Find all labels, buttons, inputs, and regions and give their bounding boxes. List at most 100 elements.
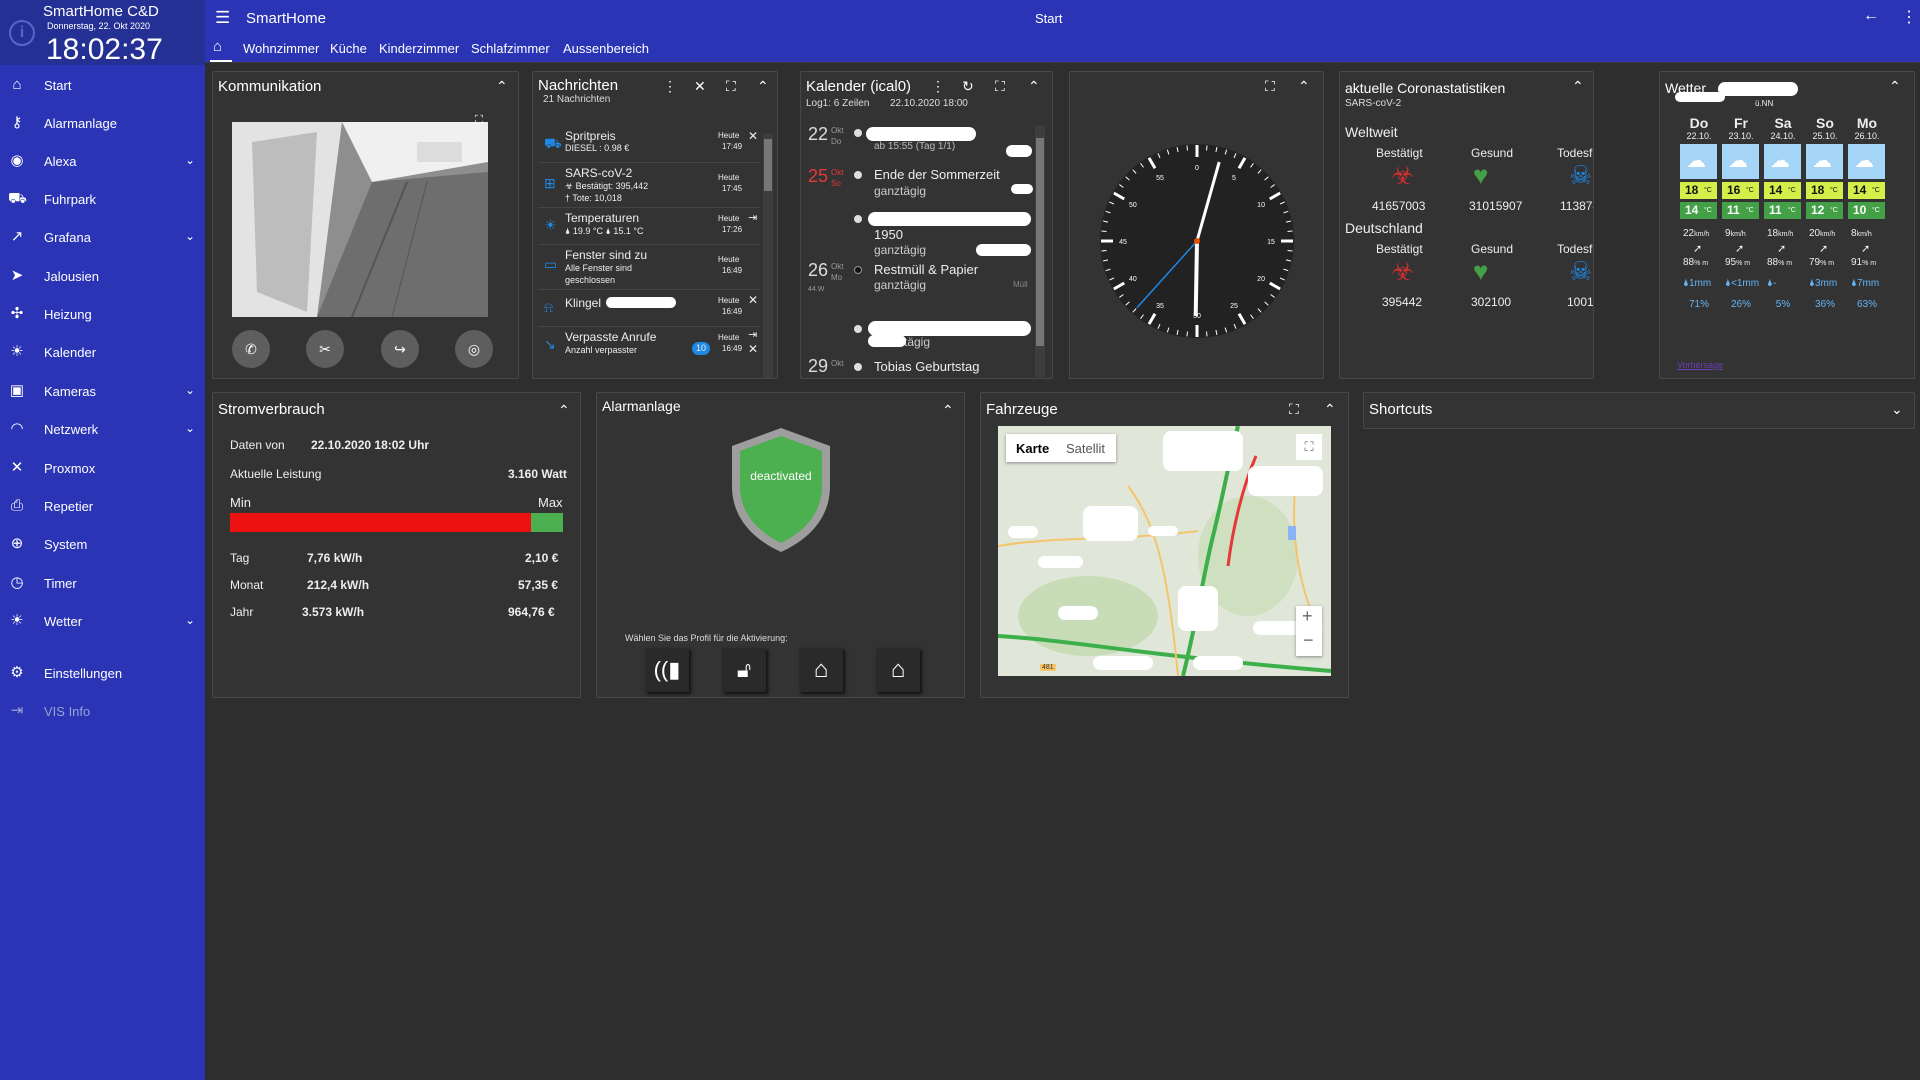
refresh-icon[interactable]: ↻ <box>962 78 974 95</box>
sidebar-item-jalousien[interactable]: ➤ Jalousien <box>0 261 205 291</box>
close-icon[interactable]: ✕ <box>748 293 758 307</box>
more-vert-icon[interactable]: ⋮ <box>931 78 945 95</box>
tab-wohnzimmer[interactable]: Wohnzimmer <box>243 41 319 56</box>
fullscreen-icon[interactable]: ⛶ <box>1265 78 1275 95</box>
collapse-icon[interactable]: ⌃ <box>1572 78 1584 95</box>
active-tab-indicator <box>210 60 232 62</box>
more-vert-icon[interactable]: ⋮ <box>1901 7 1917 27</box>
calendar-entry[interactable]: tägig <box>806 318 1031 354</box>
home-tab-icon[interactable]: ⌂ <box>213 38 222 55</box>
sidebar-item-kalender[interactable]: ☀ Kalender <box>0 337 205 367</box>
sidebar-item-start[interactable]: ⌂ Start <box>0 70 205 100</box>
clock-tick <box>1206 331 1208 337</box>
sidebar-item-wetter[interactable]: ☀ Wetter ⌄ <box>0 606 205 636</box>
sidebar-item-kameras[interactable]: ▣ Kameras ⌄ <box>0 376 205 406</box>
collapse-icon[interactable]: ⌃ <box>1324 401 1336 418</box>
sidebar-item-repetier[interactable]: ⎙ Repetier <box>0 491 205 521</box>
iobroker-logo-icon: i <box>9 20 35 46</box>
close-icon[interactable]: ✕ <box>748 342 758 356</box>
sidebar-item-netzwerk[interactable]: ◠ Netzwerk ⌄ <box>0 414 205 444</box>
close-icon[interactable]: ✕ <box>748 129 758 143</box>
tab-kueche[interactable]: Küche <box>330 41 367 56</box>
calendar-entry[interactable]: 26 Okt Mo 44.W Restmüll & Papier ganztäg… <box>806 260 1031 312</box>
collapse-icon[interactable]: ⌃ <box>558 402 570 419</box>
back-arrow-icon[interactable]: ← <box>1863 7 1879 25</box>
menu-icon[interactable]: ☰ <box>215 8 230 28</box>
sidebar-item-fuhrpark[interactable]: ⛟ Fuhrpark <box>0 184 205 214</box>
card-title: Fahrzeuge <box>986 401 1058 418</box>
calendar-entry[interactable]: 22 Okt Do ab 15:55 (Tag 1/1) <box>806 122 1032 162</box>
collapse-icon[interactable]: ⌃ <box>757 78 769 95</box>
profile-unlock-button[interactable]: 🔓︎ <box>722 648 766 692</box>
tab-schlafzimmer[interactable]: Schlafzimmer <box>471 41 550 56</box>
list-item[interactable]: ⍾ Klingel Heute 16:49 ✕ <box>538 291 760 327</box>
fullscreen-icon[interactable]: ⛶ <box>995 78 1005 95</box>
expand-icon[interactable]: ⌄ <box>1891 401 1903 418</box>
more-vert-icon[interactable]: ⋮ <box>663 78 677 95</box>
hangup-button[interactable]: ✂ <box>306 330 344 368</box>
sidebar-item-grafana[interactable]: ↗ Grafana ⌄ <box>0 222 205 252</box>
max-temp: 18 °C <box>1680 182 1717 199</box>
collapse-icon[interactable]: ⌃ <box>1028 78 1040 95</box>
clock-tick <box>1101 230 1107 232</box>
max-temp: 18 °C <box>1806 182 1843 199</box>
profile-home-away-button[interactable]: ⌂ <box>876 648 920 692</box>
list-item[interactable]: ☀ Temperaturen 🌢 19.9 °C 🌢 15.1 °C Heute… <box>538 209 760 245</box>
sidebar-item-alarmanlage[interactable]: ⚷ Alarmanlage <box>0 108 205 138</box>
calendar-entry[interactable]: 29 Okt Tobias Geburtstag <box>806 356 1031 378</box>
snapshot-button[interactable]: ◎ <box>455 330 493 368</box>
calendar-entry[interactable]: 25 Okt So Ende der Sommerzeit ganztägig <box>806 164 1033 204</box>
bell-icon: ⍾ <box>544 299 554 315</box>
list-item[interactable]: ↘ Verpasste Anrufe Anzahl verpasster 10 … <box>538 328 760 378</box>
zoom-out-button[interactable]: − <box>1303 630 1314 651</box>
tab-kinderzimmer[interactable]: Kinderzimmer <box>379 41 459 56</box>
clock-number: 5 <box>1232 175 1236 182</box>
tab-karte[interactable]: Karte <box>1016 441 1049 456</box>
profile-home-person-button[interactable]: ⌂ <box>799 648 843 692</box>
open-icon[interactable]: ⇥ <box>748 328 757 341</box>
kommunikation-card: Kommunikation ⌃ ⛶ ✆ ✂ ↪ ◎ <box>212 71 519 379</box>
car-icon: ⛟ <box>544 135 562 151</box>
collapse-icon[interactable]: ⌃ <box>1889 78 1901 95</box>
collapse-icon[interactable]: ⌃ <box>942 402 954 419</box>
tab-aussenbereich[interactable]: Aussenbereich <box>563 41 649 56</box>
scrollbar[interactable] <box>763 134 773 378</box>
forward-call-button[interactable]: ↪ <box>381 330 419 368</box>
fullscreen-icon[interactable]: ⛶ <box>726 78 736 95</box>
list-item[interactable]: ⊞ SARS-coV-2 ☣ Bestätigt: 395,442 † Tote… <box>538 164 760 208</box>
calendar-entry[interactable]: 1950 ganztägig <box>806 208 1031 257</box>
sidebar-item-system[interactable]: ⊕ System <box>0 529 205 559</box>
proxmox-icon: ✕ <box>10 459 24 476</box>
scrollbar[interactable] <box>1035 126 1045 377</box>
page-title: Start <box>1035 11 1063 26</box>
humidity: 88% m <box>1767 257 1793 268</box>
list-item[interactable]: ⛟ Spritpreis DIESEL : 0.98 € Heute 17:49… <box>538 127 760 163</box>
card-title: Kommunikation <box>218 78 322 95</box>
call-button[interactable]: ✆ <box>232 330 270 368</box>
sidebar-item-proxmox[interactable]: ✕ Proxmox <box>0 453 205 483</box>
sidebar-item-heizung[interactable]: ✣ Heizung <box>0 299 205 329</box>
tab-satellit[interactable]: Satellit <box>1066 441 1105 456</box>
open-icon[interactable]: ⇥ <box>748 211 757 224</box>
fullscreen-icon[interactable]: ⛶ <box>475 114 483 127</box>
fullscreen-icon[interactable]: ⛶ <box>1289 401 1299 418</box>
map[interactable]: Karte Satellit ⛶ + − 481 <box>998 426 1331 676</box>
profile-remote-button[interactable]: ((▮ <box>645 648 689 692</box>
sidebar-item-vis-info[interactable]: ⇥ VIS Info <box>0 696 205 726</box>
close-icon[interactable]: ✕ <box>694 78 706 95</box>
sun-icon: ☀ <box>544 217 557 233</box>
wetter-card: Wetter ü.NN ⌃ Do 22.10. ☁ 18 °C 14 °C 22km/h ➚ 88… <box>1659 71 1915 379</box>
weather-icon: ☀ <box>10 612 24 629</box>
forecast-link[interactable]: Vorhersage <box>1677 360 1723 370</box>
sidebar-item-einstellungen[interactable]: ⚙ Einstellungen <box>0 658 205 688</box>
map-fullscreen-icon[interactable]: ⛶ <box>1296 434 1322 460</box>
zoom-in-button[interactable]: + <box>1302 606 1313 627</box>
collapse-icon[interactable]: ⌃ <box>496 78 508 95</box>
max-temp: 14 °C <box>1848 182 1885 199</box>
sidebar-item-timer[interactable]: ◷ Timer <box>0 568 205 598</box>
sidebar-item-alexa[interactable]: ◉ Alexa ⌄ <box>0 146 205 176</box>
list-item[interactable]: ▭ Fenster sind zu Alle Fenster sind gesc… <box>538 246 760 290</box>
camera-stream[interactable]: ⛶ <box>232 114 488 318</box>
count-badge: 10 <box>692 342 710 355</box>
collapse-icon[interactable]: ⌃ <box>1298 78 1310 95</box>
